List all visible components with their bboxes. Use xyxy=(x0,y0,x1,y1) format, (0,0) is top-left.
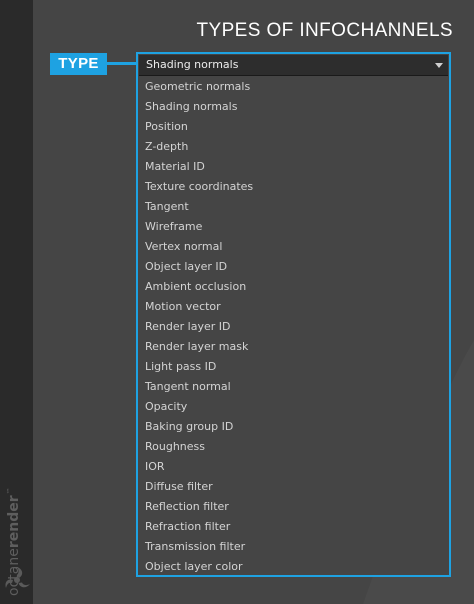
dropdown-option[interactable]: Tangent xyxy=(138,197,449,217)
dropdown-option[interactable]: Roughness xyxy=(138,437,449,457)
type-label: TYPE xyxy=(50,53,107,75)
dropdown-option[interactable]: Transmission filter xyxy=(138,537,449,557)
selected-value: Shading normals xyxy=(146,58,239,71)
dropdown-option[interactable]: Object layer color xyxy=(138,557,449,577)
dropdown-option[interactable]: Vertex normal xyxy=(138,237,449,257)
dropdown-option[interactable]: Wireframe xyxy=(138,217,449,237)
dropdown-options-list: Geometric normals Shading normals Positi… xyxy=(138,77,449,577)
dropdown-option[interactable]: Material ID xyxy=(138,157,449,177)
dropdown-option[interactable]: Shading normals xyxy=(138,97,449,117)
type-select[interactable]: Shading normals xyxy=(139,55,448,76)
dropdown-option[interactable]: IOR xyxy=(138,457,449,477)
octane-logo-icon xyxy=(5,567,30,588)
dropdown-option[interactable]: Motion vector xyxy=(138,297,449,317)
page-title: TYPES OF INFOCHANNELS xyxy=(196,20,453,41)
chevron-down-icon[interactable] xyxy=(435,63,443,68)
dropdown-option[interactable]: Reflection filter xyxy=(138,497,449,517)
dropdown-option[interactable]: Baking group ID xyxy=(138,417,449,437)
dropdown-option[interactable]: Geometric normals xyxy=(138,77,449,97)
dropdown-option[interactable]: Object layer ID xyxy=(138,257,449,277)
brand-trademark: ™ xyxy=(6,487,14,495)
dropdown-option[interactable]: Render layer mask xyxy=(138,337,449,357)
dropdown-option[interactable]: Render layer ID xyxy=(138,317,449,337)
dropdown-option[interactable]: Position xyxy=(138,117,449,137)
brand-name-part2: render xyxy=(6,495,22,549)
dropdown-option[interactable]: Tangent normal xyxy=(138,377,449,397)
dropdown-option[interactable]: Opacity xyxy=(138,397,449,417)
dropdown-option[interactable]: Texture coordinates xyxy=(138,177,449,197)
dropdown-option[interactable]: Z-depth xyxy=(138,137,449,157)
connector-line xyxy=(107,62,136,65)
dropdown-option[interactable]: Ambient occlusion xyxy=(138,277,449,297)
dropdown-option[interactable]: Light pass ID xyxy=(138,357,449,377)
dropdown-option[interactable]: Diffuse filter xyxy=(138,477,449,497)
type-dropdown[interactable]: Shading normals Geometric normals Shadin… xyxy=(136,52,451,577)
dropdown-option[interactable]: Refraction filter xyxy=(138,517,449,537)
